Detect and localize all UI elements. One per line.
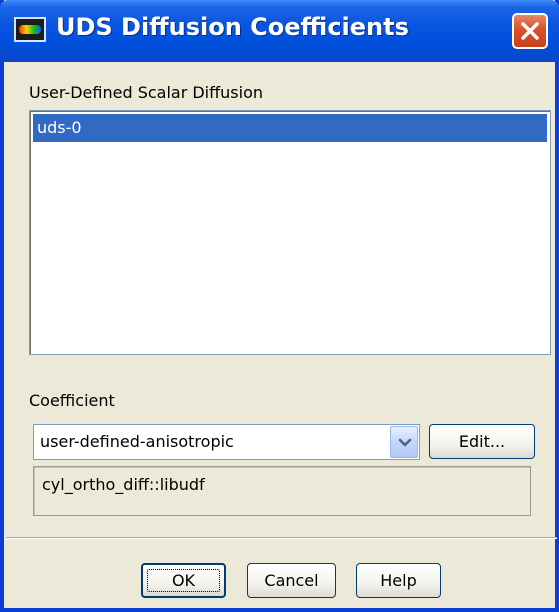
udf-function-field: cyl_ortho_diff::libudf	[33, 466, 531, 516]
focus-rectangle	[147, 569, 220, 592]
window-title: UDS Diffusion Coefficients	[56, 13, 409, 41]
close-button[interactable]	[512, 13, 548, 49]
close-icon	[521, 22, 539, 40]
dialog-window: UDS Diffusion Coefficients User-Defined …	[0, 0, 559, 612]
scalar-listbox[interactable]: uds-0	[29, 110, 551, 355]
udf-function-value: cyl_ortho_diff::libudf	[42, 475, 205, 494]
coefficient-label: Coefficient	[29, 391, 115, 410]
chevron-down-icon	[398, 438, 412, 447]
coefficient-dropdown[interactable]: user-defined-anisotropic	[33, 424, 420, 460]
edit-button[interactable]: Edit...	[429, 424, 535, 459]
separator	[6, 537, 557, 539]
help-button[interactable]: Help	[356, 563, 441, 598]
title-bar[interactable]: UDS Diffusion Coefficients	[0, 0, 559, 62]
fluent-app-icon	[14, 17, 46, 42]
list-item-uds-0[interactable]: uds-0	[33, 114, 547, 142]
coefficient-selected-value: user-defined-anisotropic	[40, 432, 234, 451]
scalar-diffusion-label: User-Defined Scalar Diffusion	[29, 83, 263, 102]
dropdown-arrow-button[interactable]	[390, 426, 418, 458]
ok-button[interactable]: OK	[141, 563, 226, 598]
cancel-button[interactable]: Cancel	[247, 563, 336, 598]
